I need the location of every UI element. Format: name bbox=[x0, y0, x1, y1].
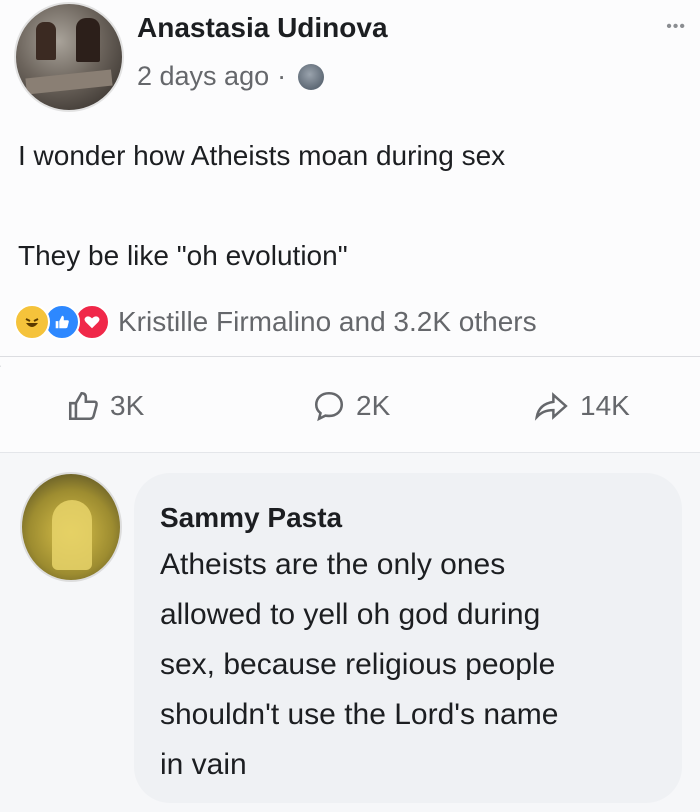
share-count: 14K bbox=[580, 390, 630, 421]
like-button[interactable]: 3K bbox=[66, 376, 144, 436]
globe-icon bbox=[298, 63, 325, 90]
post-timestamp[interactable]: 2 days ago bbox=[137, 61, 269, 92]
more-options-icon[interactable]: ••• bbox=[666, 18, 686, 36]
commenter-avatar[interactable] bbox=[20, 472, 122, 582]
share-icon bbox=[534, 392, 568, 421]
avatar-figure bbox=[52, 500, 92, 570]
reaction-summary[interactable]: Kristille Firmalino and 3.2K others bbox=[14, 304, 537, 340]
haha-icon bbox=[14, 304, 50, 340]
comment-count: 2K bbox=[356, 390, 391, 421]
divider bbox=[0, 356, 700, 357]
avatar-figure bbox=[36, 22, 56, 60]
meta-separator: · bbox=[277, 61, 287, 91]
post-card: Anastasia Udinova ••• 2 days ago · I won… bbox=[0, 0, 700, 452]
comment-text-line: allowed to yell oh god during bbox=[160, 598, 541, 631]
comment-text-line: sex, because religious people bbox=[160, 648, 556, 681]
post-author-name[interactable]: Anastasia Udinova bbox=[137, 12, 388, 44]
post-actions-bar: 3K 2K 14K bbox=[0, 376, 700, 436]
reactions-text[interactable]: Kristille Firmalino and 3.2K others bbox=[118, 306, 537, 338]
post-text-line: I wonder how Atheists moan during sex bbox=[18, 140, 506, 171]
post-meta: 2 days ago · bbox=[137, 61, 325, 92]
comment-button[interactable]: 2K bbox=[312, 376, 390, 436]
comment-text-line: shouldn't use the Lord's name bbox=[160, 698, 559, 731]
avatar-banner bbox=[25, 69, 113, 95]
post-text-line: They be like "oh evolution" bbox=[18, 240, 348, 271]
like-count: 3K bbox=[110, 390, 145, 421]
section-divider bbox=[0, 452, 700, 453]
comment-icon bbox=[314, 391, 344, 422]
comment-author-name[interactable]: Sammy Pasta bbox=[160, 502, 342, 534]
share-button[interactable]: 14K bbox=[534, 376, 630, 436]
comment-text-line: Atheists are the only ones bbox=[160, 548, 506, 581]
comment-text-line: in vain bbox=[160, 748, 247, 781]
author-avatar[interactable] bbox=[14, 2, 124, 112]
avatar-figure bbox=[76, 18, 100, 62]
thumbs-up-icon bbox=[68, 391, 98, 421]
